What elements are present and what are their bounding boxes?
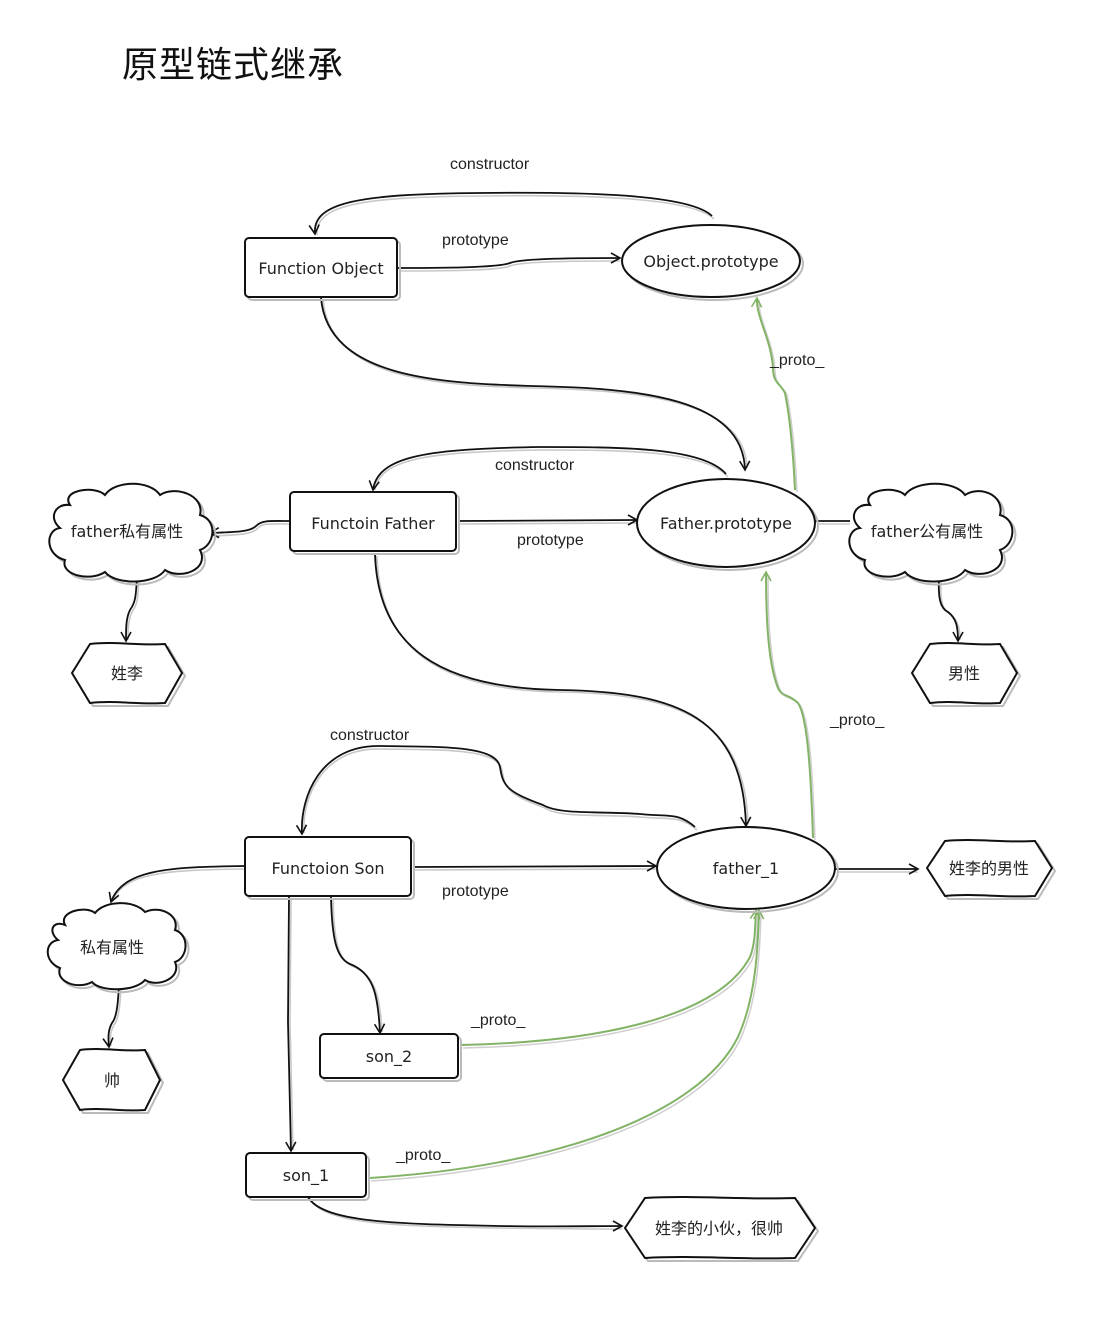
node-function-father-label: Functoin Father xyxy=(311,514,435,533)
edge-label-father-constructor: constructor xyxy=(495,457,575,474)
edge-label-object-prototype: prototype xyxy=(442,232,509,249)
proto-edge-father-prototype-to-object-prototype xyxy=(750,296,798,493)
node-li-guy[interactable]: 姓李的小伙，很帅 xyxy=(623,1196,820,1262)
edge-label-son-1-proto: _proto_ xyxy=(395,1147,451,1164)
edge-object-constructor xyxy=(308,191,715,236)
edge-father-private-to-surname xyxy=(120,575,140,643)
edge-father-public-to-male xyxy=(937,575,964,643)
edge-function-father-to-private xyxy=(208,520,291,539)
node-male-label: 男性 xyxy=(948,664,980,683)
edge-label-son-constructor: constructor xyxy=(330,727,410,744)
node-son-private-props-label: 私有属性 xyxy=(80,938,144,957)
edge-function-son-to-son-1 xyxy=(285,896,297,1153)
node-function-object[interactable]: Function Object xyxy=(244,237,401,301)
node-function-father[interactable]: Functoin Father xyxy=(289,491,460,555)
node-son-private-props[interactable]: 私有属性 xyxy=(46,902,190,994)
edge-father-prototype-to-public xyxy=(815,520,850,525)
node-handsome[interactable]: 帅 xyxy=(61,1048,165,1114)
edge-son-1-to-li-guy xyxy=(307,1196,624,1232)
edge-label-son-2-proto: _proto_ xyxy=(470,1012,526,1029)
edge-label-father-1-proto: _proto_ xyxy=(829,712,885,729)
edge-label-father-prototype-proto: _proto_ xyxy=(769,352,825,369)
node-father-public-props[interactable]: father公有属性 xyxy=(848,482,1017,586)
diagram-canvas: constructor prototype _proto_ constructo… xyxy=(46,156,1057,1262)
node-father-public-props-label: father公有属性 xyxy=(871,522,983,541)
node-object-prototype[interactable]: Object.prototype xyxy=(621,224,804,301)
edge-function-object-to-father-prototype xyxy=(320,297,751,472)
edge-function-son-to-son-2 xyxy=(330,896,386,1035)
edge-label-object-constructor: constructor xyxy=(450,156,530,173)
edge-function-object-to-object-prototype xyxy=(396,252,622,272)
node-father-1[interactable]: father_1 xyxy=(656,826,839,913)
node-father-1-label: father_1 xyxy=(713,859,779,879)
node-son-2-label: son_2 xyxy=(366,1047,412,1067)
node-son-1-label: son_1 xyxy=(283,1166,329,1186)
node-father-private-props[interactable]: father私有属性 xyxy=(48,482,217,586)
edge-function-father-to-father-1 xyxy=(374,553,752,828)
node-object-prototype-label: Object.prototype xyxy=(643,252,778,271)
node-father-private-props-label: father私有属性 xyxy=(71,522,183,541)
node-li-guy-label: 姓李的小伙，很帅 xyxy=(655,1219,783,1238)
proto-edge-father-1-to-father-prototype xyxy=(760,570,816,841)
node-handsome-label: 帅 xyxy=(104,1071,120,1090)
edge-function-son-to-private xyxy=(108,865,246,904)
edge-father-1-to-li-male xyxy=(835,863,920,875)
edge-function-father-to-father-prototype xyxy=(457,514,639,526)
node-son-2[interactable]: son_2 xyxy=(319,1033,462,1082)
node-father-prototype-label: Father.prototype xyxy=(660,514,792,533)
node-function-object-label: Function Object xyxy=(258,259,383,278)
edge-label-son-prototype: prototype xyxy=(442,883,509,900)
node-son-1[interactable]: son_1 xyxy=(245,1152,370,1201)
node-surname-li[interactable]: 姓李 xyxy=(70,642,187,707)
edge-label-father-prototype: prototype xyxy=(517,532,584,549)
edge-son-constructor xyxy=(295,745,698,836)
node-father-prototype[interactable]: Father.prototype xyxy=(636,478,819,571)
node-function-son-label: Functoion Son xyxy=(271,859,384,878)
node-male[interactable]: 男性 xyxy=(910,642,1022,707)
node-li-male-label: 姓李的男性 xyxy=(949,859,1029,878)
node-function-son[interactable]: Functoion Son xyxy=(244,836,415,900)
node-li-male[interactable]: 姓李的男性 xyxy=(925,839,1057,900)
edge-function-son-to-father-1 xyxy=(412,860,658,872)
node-surname-li-label: 姓李 xyxy=(111,664,143,683)
